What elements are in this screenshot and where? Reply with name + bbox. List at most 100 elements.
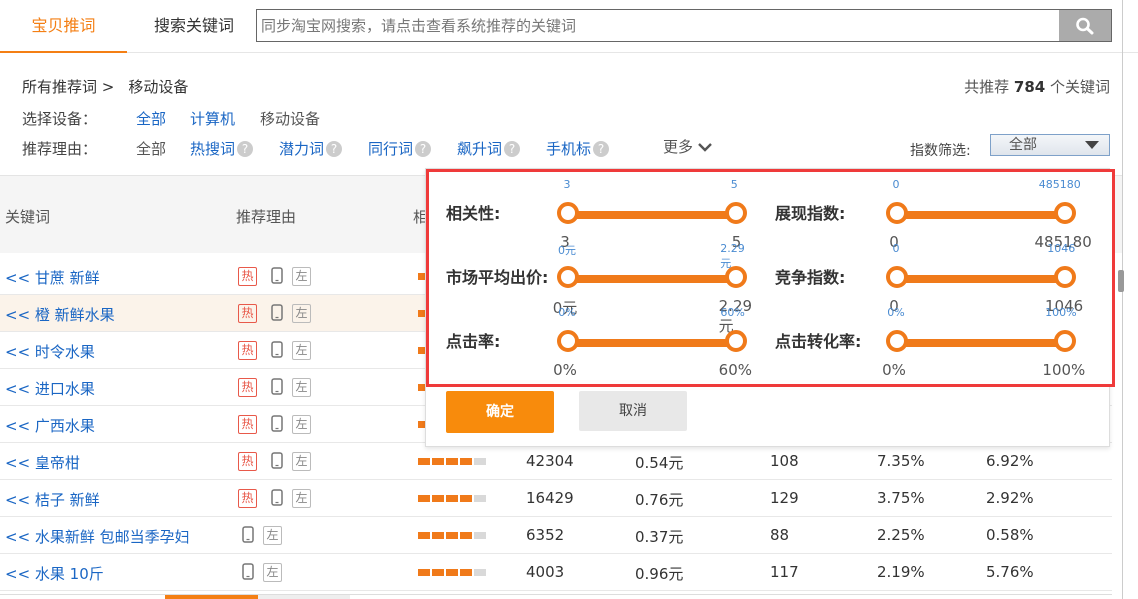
header-reason[interactable]: 推荐理由	[236, 206, 296, 227]
index-filter-select[interactable]: 全部	[990, 134, 1110, 156]
slider-track[interactable]	[892, 339, 1070, 347]
relevance-bar-segment	[432, 495, 444, 502]
slider-min-tooltip: 0元	[558, 244, 576, 257]
device-option-mobile[interactable]: 移动设备	[260, 108, 320, 129]
keyword-link[interactable]: << 橙 新鲜水果	[5, 304, 115, 325]
click-rate: 2.25%	[877, 526, 925, 544]
slider-max-handle[interactable]	[725, 330, 747, 352]
slider-max-handle[interactable]	[1054, 266, 1076, 288]
device-filter-row: 选择设备： 全部 计算机 移动设备	[22, 108, 320, 129]
reason-option-mobile-tag[interactable]: 手机标?	[546, 138, 610, 159]
bottom-pager	[0, 594, 1112, 599]
more-button[interactable]: 更多	[663, 136, 713, 157]
pager-inactive[interactable]	[258, 595, 350, 599]
slider-track[interactable]	[563, 275, 741, 283]
mobile-icon	[267, 341, 286, 360]
left-tag-icon: 左	[292, 378, 311, 397]
range-slider: 相关性: 3 5 3 5	[429, 174, 759, 251]
left-tag-icon: 左	[263, 563, 282, 582]
relevance-bar-segment	[460, 458, 472, 465]
slider-label: 相关性:	[446, 204, 501, 223]
keyword-link[interactable]: << 水果 10斤	[5, 563, 104, 584]
breadcrumb-root[interactable]: 所有推荐词 >	[22, 78, 114, 96]
table-row: << 桔子 新鲜 热 左 16429 0.76元 129 3.75% 2.92%	[0, 480, 1112, 517]
filter-panel: 所有推荐词 > 移动设备 共推荐 784 个关键词 选择设备： 全部 计算机 移动…	[0, 54, 1122, 174]
index-filter-label: 指数筛选:	[910, 143, 971, 159]
slider-max-handle[interactable]	[725, 266, 747, 288]
reason-option-rising[interactable]: 飙升词?	[457, 138, 521, 159]
slider-min-handle[interactable]	[886, 202, 908, 224]
help-icon[interactable]: ?	[237, 141, 254, 157]
device-filter-label: 选择设备：	[22, 110, 98, 128]
relevance-bar-segment	[460, 532, 472, 539]
slider-min-handle[interactable]	[886, 266, 908, 288]
impression-index: 4003	[526, 563, 565, 581]
keyword-link[interactable]: << 广西水果	[5, 415, 95, 436]
keyword-link[interactable]: << 水果新鲜 包邮当季孕妇	[5, 526, 190, 547]
help-icon[interactable]: ?	[415, 141, 432, 157]
hot-tag-icon: 热	[238, 452, 257, 471]
slider-track[interactable]	[892, 211, 1070, 219]
relevance-bar-segment	[418, 569, 430, 576]
avg-bid: 0.37元	[635, 528, 684, 546]
search-input[interactable]	[257, 10, 1057, 41]
scrollbar-thumb[interactable]	[1118, 270, 1124, 292]
keyword-link[interactable]: << 桔子 新鲜	[5, 489, 100, 510]
reason-option-hot[interactable]: 热搜词?	[190, 138, 254, 159]
left-tag-icon: 左	[292, 267, 311, 286]
reason-option-potential[interactable]: 潜力词?	[279, 138, 343, 159]
relevance-bar-segment	[446, 569, 458, 576]
slider-track[interactable]	[563, 211, 741, 219]
slider-label: 竞争指数:	[775, 268, 846, 287]
keyword-link[interactable]: << 时令水果	[5, 341, 95, 362]
help-icon[interactable]: ?	[593, 141, 610, 157]
relevance-bar-segment	[446, 458, 458, 465]
click-rate: 7.35%	[877, 452, 925, 470]
table-row: << 水果 10斤 左 4003 0.96元 117 2.19% 5.76%	[0, 554, 1112, 591]
relevance-bar-segment	[446, 532, 458, 539]
slider-min-handle[interactable]	[886, 330, 908, 352]
range-slider: 竞争指数: 0 1046 0 1046	[758, 238, 1088, 315]
help-icon[interactable]: ?	[326, 141, 343, 157]
slider-min-handle[interactable]	[557, 330, 579, 352]
mobile-icon	[267, 452, 286, 471]
click-rate: 3.75%	[877, 489, 925, 507]
slider-max-tooltip: 1046	[1047, 242, 1076, 255]
top-tab-bar: 宝贝推词 搜索关键词	[0, 0, 1138, 53]
slider-min-tooltip: 0	[892, 242, 900, 255]
keyword-link[interactable]: << 进口水果	[5, 378, 95, 399]
keyword-link[interactable]: << 皇帝柑	[5, 452, 80, 473]
pager-active[interactable]	[165, 595, 258, 599]
slider-min-value: 0%	[882, 361, 906, 379]
device-option-computer[interactable]: 计算机	[190, 108, 235, 129]
tab-search-keyword[interactable]: 搜索关键词	[140, 0, 248, 53]
slider-max-value: 100%	[1042, 361, 1086, 379]
mobile-icon	[267, 378, 286, 397]
avg-bid: 0.96元	[635, 565, 684, 583]
slider-max-handle[interactable]	[1054, 330, 1076, 352]
slider-max-handle[interactable]	[1054, 202, 1076, 224]
scrollbar-track[interactable]	[1122, 0, 1123, 599]
search-button[interactable]	[1059, 10, 1111, 41]
slider-min-handle[interactable]	[557, 266, 579, 288]
slider-track[interactable]	[892, 275, 1070, 283]
slider-min-handle[interactable]	[557, 202, 579, 224]
header-keyword[interactable]: 关键词	[5, 206, 50, 227]
tab-item-recommend[interactable]: 宝贝推词	[0, 0, 127, 53]
cancel-button[interactable]: 取消	[579, 391, 687, 431]
slider-label: 点击率:	[446, 332, 501, 351]
dropdown-arrow-icon	[1085, 141, 1099, 149]
device-option-all[interactable]: 全部	[136, 108, 166, 129]
slider-max-handle[interactable]	[725, 202, 747, 224]
relevance-bar-segment	[418, 532, 430, 539]
slider-max-tooltip: 5	[730, 178, 738, 191]
reason-option-mobile-tag-label: 手机标	[546, 140, 592, 158]
confirm-button[interactable]: 确定	[446, 391, 554, 433]
slider-label: 点击转化率:	[775, 332, 862, 351]
help-icon[interactable]: ?	[504, 141, 521, 157]
reason-option-all[interactable]: 全部	[136, 138, 166, 159]
slider-track[interactable]	[563, 339, 741, 347]
mobile-icon	[267, 267, 286, 286]
keyword-link[interactable]: << 甘蔗 新鲜	[5, 267, 100, 288]
reason-option-peer[interactable]: 同行词?	[368, 138, 432, 159]
